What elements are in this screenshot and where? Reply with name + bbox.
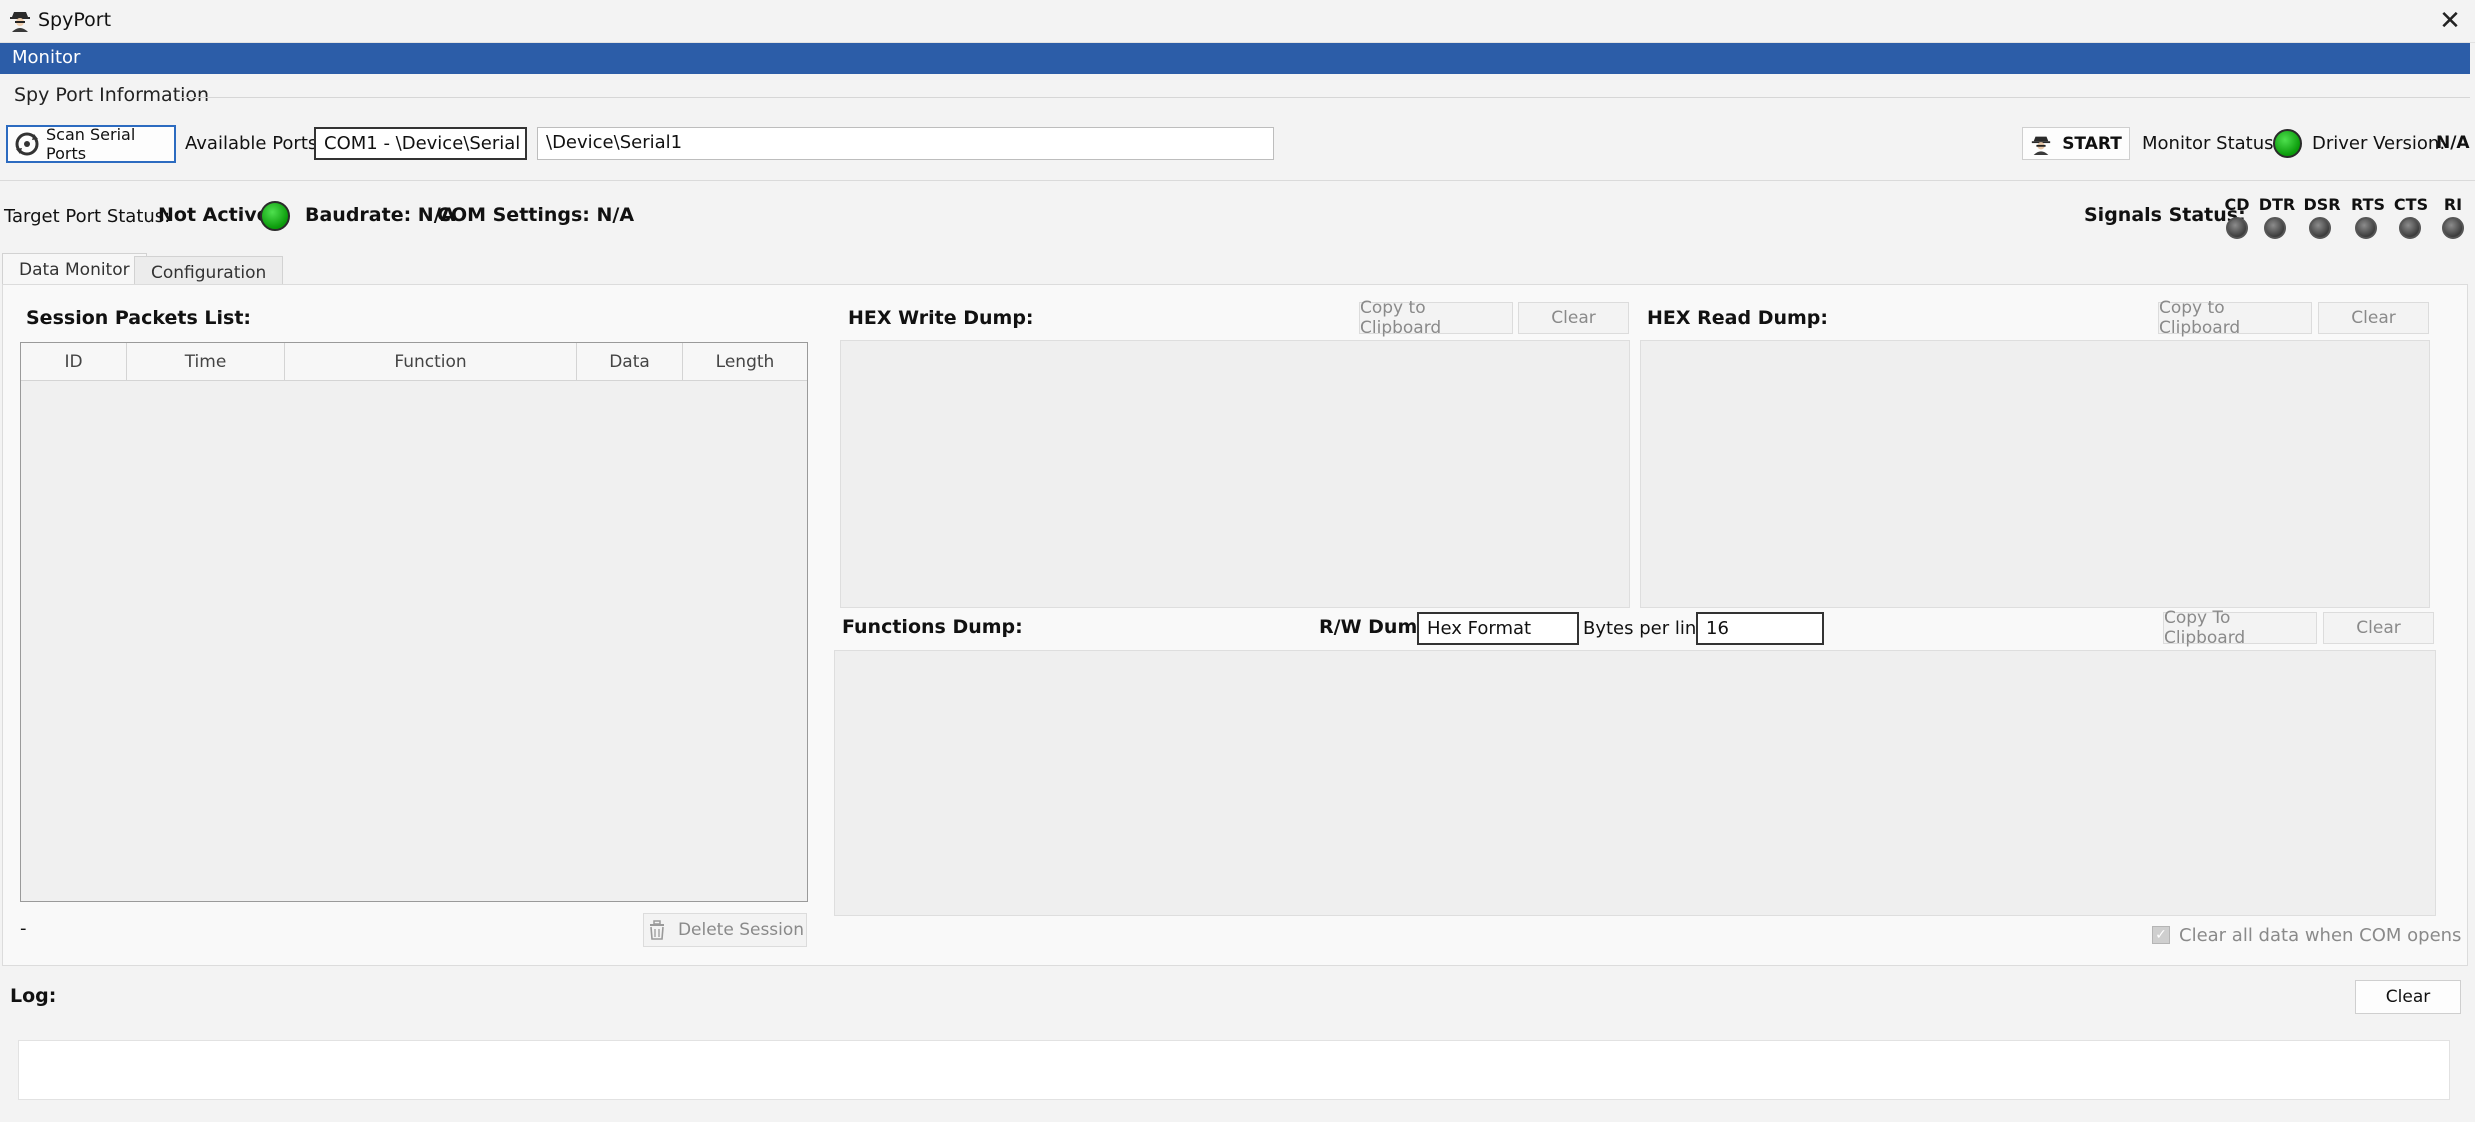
com-settings-text: COM Settings: N/A <box>437 204 635 226</box>
spy-icon <box>2030 133 2052 155</box>
tab-configuration[interactable]: Configuration <box>134 256 284 285</box>
menu-item-monitor[interactable]: Monitor <box>12 47 80 68</box>
monitor-status-label: Monitor Status: <box>2142 133 2280 154</box>
column-header-time[interactable]: Time <box>127 343 285 381</box>
column-header-data[interactable]: Data <box>577 343 683 381</box>
signal-cts-label: CTS <box>2393 195 2429 214</box>
functions-clear-button[interactable]: Clear <box>2323 612 2434 644</box>
column-header-length[interactable]: Length <box>683 343 807 381</box>
target-port-status-led <box>260 201 290 231</box>
baudrate-text: Baudrate: N/A <box>305 204 456 226</box>
column-header-function[interactable]: Function <box>285 343 577 381</box>
clear-all-checkbox[interactable]: ✓ <box>2152 926 2170 944</box>
window-title: SpyPort <box>38 9 112 31</box>
clear-all-label: Clear all data when COM opens <box>2179 925 2462 946</box>
scan-serial-ports-label: Scan Serial Ports <box>46 125 136 163</box>
hex-read-dump-area[interactable] <box>1640 340 2430 608</box>
hex-read-copy-button[interactable]: Copy to Clipboard <box>2158 298 2312 338</box>
column-header-id[interactable]: ID <box>21 343 127 381</box>
bytes-per-line-input[interactable]: 16 <box>1696 612 1824 645</box>
rw-dump-format-select[interactable]: Hex Format <box>1417 612 1579 645</box>
start-label: START <box>2062 133 2122 154</box>
title-bar <box>0 0 2475 43</box>
scan-serial-ports-button[interactable]: Scan Serial Ports <box>6 125 176 163</box>
hex-read-clear-button[interactable]: Clear <box>2318 302 2429 334</box>
session-packets-table[interactable]: ID Time Function Data Length <box>20 342 808 902</box>
group-divider <box>180 97 2470 98</box>
hex-write-copy-button[interactable]: Copy to Clipboard <box>1359 298 1513 338</box>
signal-dsr-label: DSR <box>2303 195 2341 214</box>
toolbar-separator <box>0 180 2475 181</box>
log-area[interactable] <box>18 1040 2450 1100</box>
close-button[interactable]: ✕ <box>2432 3 2468 39</box>
driver-version-label: Driver Version: <box>2312 133 2446 154</box>
target-port-status-label: Target Port Status: <box>4 206 171 227</box>
session-footer-text: - <box>20 918 27 939</box>
start-button[interactable]: START <box>2022 127 2130 160</box>
functions-dump-area[interactable] <box>834 650 2436 916</box>
bytes-per-line-label: Bytes per line: <box>1583 618 1714 639</box>
hex-read-dump-title: HEX Read Dump: <box>1647 307 1828 329</box>
signal-dsr-led <box>2309 217 2331 239</box>
menu-bar: Monitor <box>0 43 2470 74</box>
available-ports-label: Available Ports: <box>185 133 324 154</box>
functions-dump-title: Functions Dump: <box>842 616 1023 638</box>
session-packets-title: Session Packets List: <box>26 307 252 329</box>
delete-session-label: Delete Session <box>677 920 805 940</box>
hex-write-dump-area[interactable] <box>840 340 1630 608</box>
delete-session-button[interactable]: Delete Session <box>643 913 807 947</box>
signal-dtr-led <box>2264 217 2286 239</box>
hex-write-dump-title: HEX Write Dump: <box>848 307 1034 329</box>
signal-cts-led <box>2399 217 2421 239</box>
group-title: Spy Port Information <box>14 84 210 106</box>
port-select[interactable]: COM1 - \Device\Serial <box>314 127 527 160</box>
signal-ri-led <box>2442 217 2464 239</box>
target-port-status-value: Not Active <box>158 204 270 226</box>
signal-cd-label: CD <box>2224 195 2250 214</box>
log-clear-button[interactable]: Clear <box>2355 980 2461 1014</box>
spy-icon <box>8 8 32 32</box>
signal-ri-label: RI <box>2443 195 2463 214</box>
signal-dtr-label: DTR <box>2258 195 2296 214</box>
driver-version-value: N/A <box>2436 133 2470 153</box>
signal-rts-label: RTS <box>2350 195 2386 214</box>
signal-rts-led <box>2355 217 2377 239</box>
refresh-icon <box>12 129 42 159</box>
hex-write-clear-button[interactable]: Clear <box>1518 302 1629 334</box>
trash-icon <box>646 919 668 941</box>
port-path-field[interactable]: \Device\Serial1 <box>537 127 1274 160</box>
monitor-status-led <box>2273 129 2302 158</box>
tab-data-monitor[interactable]: Data Monitor <box>2 253 147 285</box>
log-title: Log: <box>10 985 57 1007</box>
signal-cd-led <box>2226 217 2248 239</box>
functions-copy-button[interactable]: Copy To Clipboard <box>2163 608 2317 648</box>
